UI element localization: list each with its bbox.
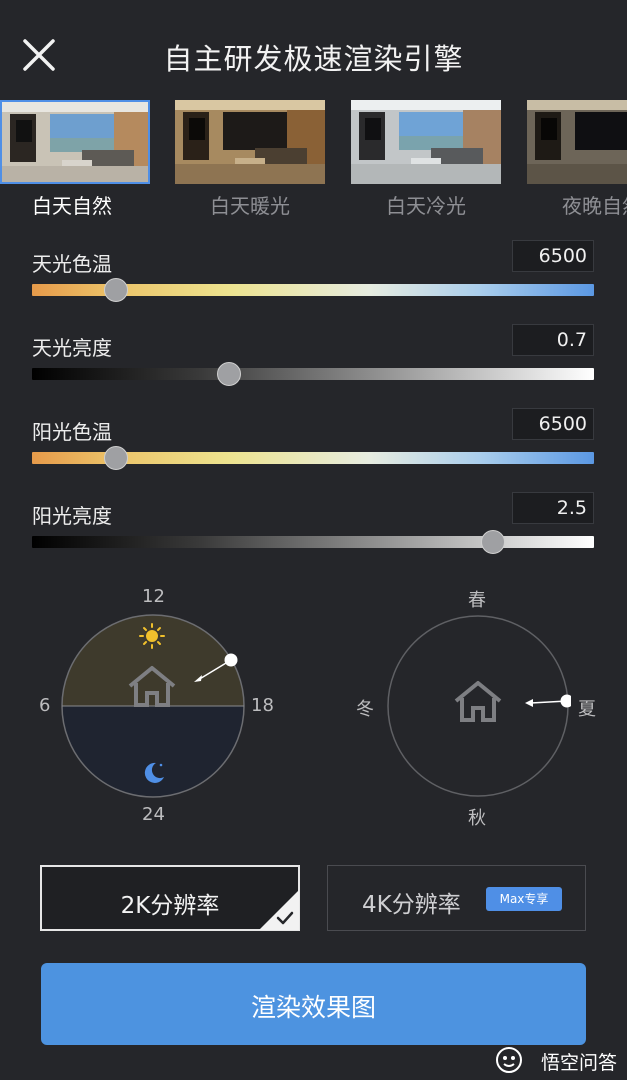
slider-thumb[interactable]	[480, 530, 505, 554]
season-dial-handle[interactable]	[560, 694, 574, 708]
preset-night-natural[interactable]: 夜晚自然	[527, 100, 627, 220]
season-dial[interactable]	[385, 613, 574, 803]
resolution-label: 4K分辨率	[362, 892, 461, 918]
wukong-logo-icon	[496, 1047, 522, 1073]
sky-temperature-slider: 天光色温 6500	[32, 240, 594, 318]
slider-thumb[interactable]	[216, 362, 241, 386]
sun-brightness-slider: 阳光亮度 2.5	[32, 492, 594, 570]
page-title: 自主研发极速渲染引擎	[163, 42, 464, 76]
slider-label: 阳光色温	[32, 420, 112, 444]
render-button-label: 渲染效果图	[250, 993, 376, 1022]
season-label-summer: 夏	[578, 699, 596, 720]
preset-thumbnail	[351, 100, 501, 184]
sun-temperature-slider: 阳光色温 6500	[32, 408, 594, 486]
time-dial-handle[interactable]	[224, 653, 238, 667]
slider-label: 天光亮度	[32, 336, 112, 360]
time-label-6: 6	[39, 695, 51, 716]
preset-label: 白天冷光	[386, 194, 466, 218]
preset-thumbnail	[175, 100, 325, 184]
house-icon	[454, 681, 502, 722]
header: 自主研发极速渲染引擎	[0, 0, 627, 100]
time-label-12: 12	[142, 586, 165, 607]
watermark: 悟空问答	[493, 1046, 617, 1074]
sun-brightness-value-field[interactable]: 2.5	[512, 492, 594, 524]
slider-thumb[interactable]	[104, 278, 129, 302]
season-label-winter: 冬	[356, 699, 374, 720]
sky-brightness-value-field[interactable]: 0.7	[512, 324, 594, 356]
time-of-day-dial[interactable]	[60, 613, 246, 803]
preset-thumbnail	[527, 100, 627, 184]
slider-track[interactable]	[32, 536, 594, 548]
render-button[interactable]: 渲染效果图	[41, 963, 586, 1045]
slider-thumb[interactable]	[104, 446, 129, 470]
preset-daylight-warm[interactable]: 白天暖光	[175, 100, 325, 220]
slider-label: 天光色温	[32, 252, 112, 276]
preset-label: 夜晚自然	[562, 194, 627, 218]
sun-icon	[139, 623, 165, 649]
time-label-24: 24	[142, 804, 165, 825]
lighting-presets: 白天自然 白天暖光 白天冷光 夜晚自	[0, 100, 627, 220]
preset-thumbnail	[0, 100, 150, 184]
preset-daylight-natural[interactable]: 白天自然	[0, 100, 150, 220]
sky-temperature-value-field[interactable]: 6500	[512, 240, 594, 272]
resolution-4k-option[interactable]: 4K分辨率 Max专享	[327, 865, 586, 931]
checkmark-icon	[259, 890, 299, 930]
preset-daylight-cool[interactable]: 白天冷光	[351, 100, 501, 220]
season-label-autumn: 秋	[468, 808, 486, 829]
slider-track[interactable]	[32, 368, 594, 380]
slider-label: 阳光亮度	[32, 504, 112, 528]
sun-temperature-value-field[interactable]: 6500	[512, 408, 594, 440]
time-label-18: 18	[251, 695, 274, 716]
season-label-spring: 春	[468, 590, 486, 611]
preset-label: 白天暖光	[210, 194, 290, 218]
preset-label: 白天自然	[32, 194, 112, 218]
max-exclusive-badge: Max专享	[486, 887, 562, 911]
sky-brightness-slider: 天光亮度 0.7	[32, 324, 594, 402]
watermark-text: 悟空问答	[540, 1052, 617, 1074]
resolution-2k-option[interactable]: 2K分辨率	[40, 865, 300, 931]
